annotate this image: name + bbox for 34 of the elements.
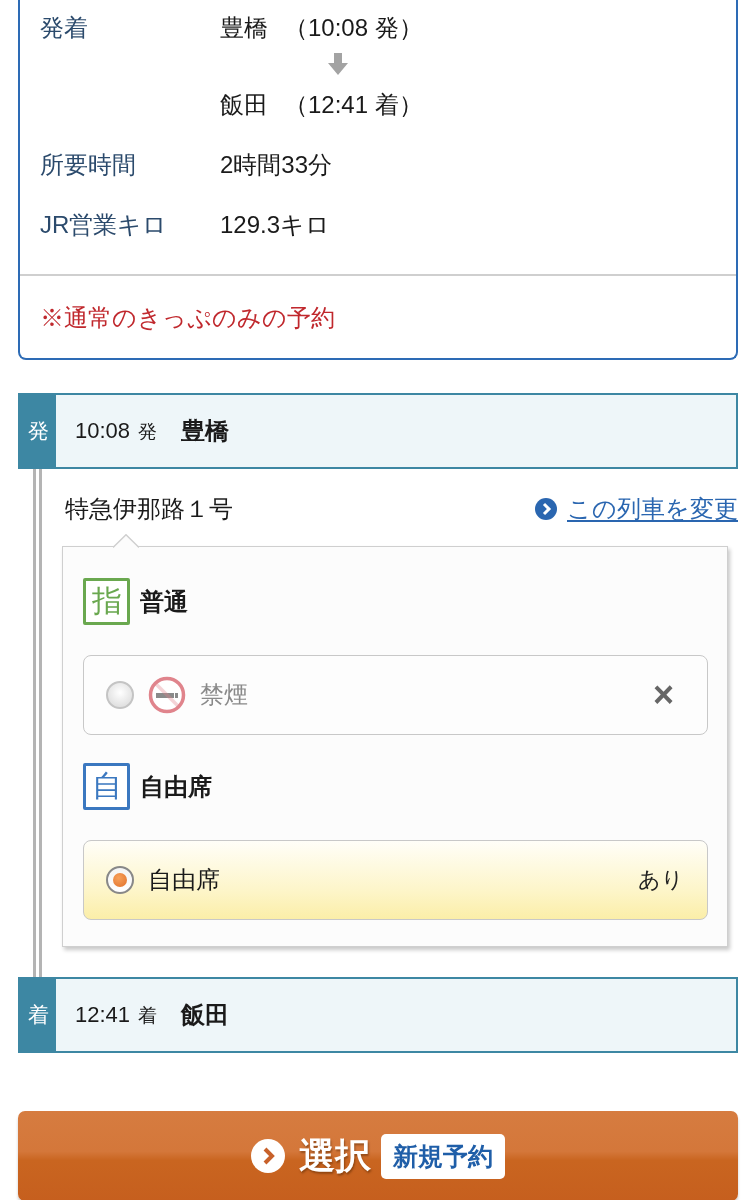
stop-type-tag: 着 — [20, 979, 56, 1051]
radio-button[interactable] — [106, 866, 134, 894]
chevron-circle-icon — [535, 498, 557, 520]
station-name: 豊橋 — [181, 416, 230, 446]
notice-text: ※通常のきっぷのみの予約 — [20, 274, 736, 358]
seat-option-label: 自由席 — [148, 865, 220, 895]
route-station: 飯田 — [220, 90, 268, 120]
availability-status: × — [652, 674, 674, 716]
availability-status: あり — [638, 866, 684, 894]
seat-option-label: 禁煙 — [200, 680, 248, 710]
stop-time: 12:41 着 — [75, 1001, 158, 1029]
station-name: 飯田 — [181, 1000, 230, 1030]
down-arrow-icon — [328, 53, 348, 75]
new-reservation-badge: 新規予約 — [381, 1133, 505, 1179]
route-time: （10:08 発） — [284, 13, 423, 43]
change-train-link[interactable]: この列車を変更 — [535, 493, 738, 525]
seat-class-title: 普通 — [140, 586, 188, 617]
summary-label: 所要時間 — [40, 150, 137, 180]
seat-option[interactable]: 自由席 あり — [83, 840, 708, 920]
summary-value: 129.3キロ — [220, 210, 331, 240]
stop-time: 10:08 発 — [75, 417, 158, 445]
stop-type-tag: 発 — [20, 395, 56, 467]
select-button[interactable]: 選択 新規予約 — [18, 1111, 738, 1200]
no-smoking-icon — [148, 676, 186, 714]
summary-value: 2時間33分 — [220, 150, 333, 180]
summary-label: 発着 — [40, 13, 89, 43]
route-time: （12:41 着） — [284, 90, 423, 120]
seat-class-title: 自由席 — [140, 771, 212, 802]
seat-class-badge: 自 — [83, 763, 130, 810]
seat-class-badge: 指 — [83, 578, 130, 625]
route-station: 豊橋 — [220, 13, 268, 43]
train-name: 特急伊那路１号 — [65, 494, 233, 524]
summary-label: JR営業キロ — [40, 210, 169, 240]
chevron-circle-icon — [251, 1139, 285, 1173]
